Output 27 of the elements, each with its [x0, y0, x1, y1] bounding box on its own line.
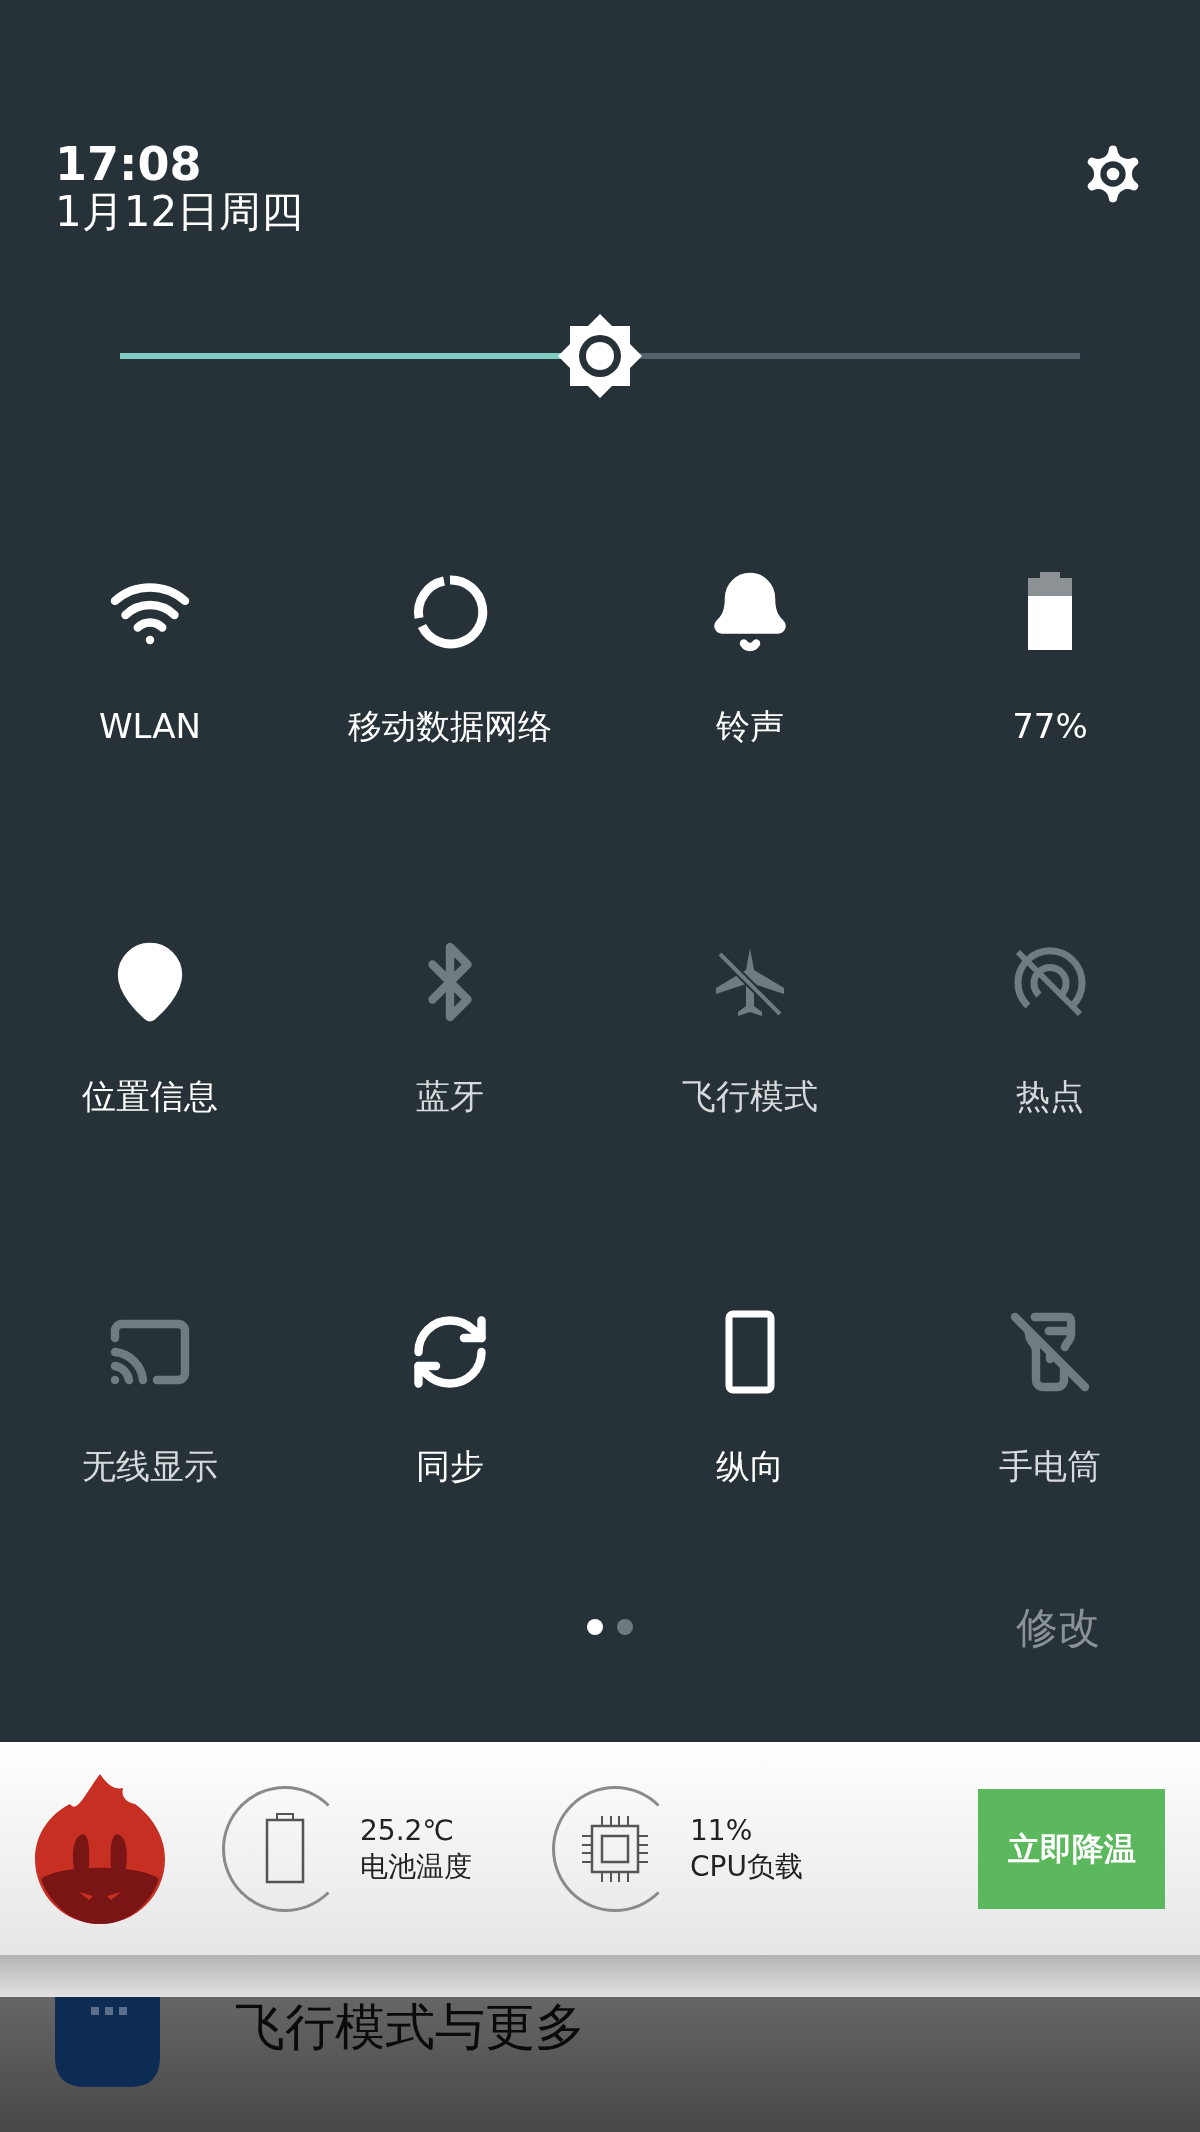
brightness-thumb-icon[interactable]	[558, 314, 642, 398]
tile-label[interactable]: 飞行模式	[635, 1075, 865, 1117]
tile-label[interactable]: 77%	[935, 705, 1165, 747]
tile-label[interactable]: 热点	[935, 1075, 1165, 1117]
tile-label[interactable]: 移动数据网络	[335, 705, 565, 747]
tile-label[interactable]: WLAN	[35, 705, 265, 747]
more-icon	[55, 1997, 160, 2087]
stat-label: CPU负载	[690, 1848, 803, 1885]
flame-logo-icon	[35, 1773, 165, 1924]
tile-label[interactable]: 同步	[335, 1445, 565, 1487]
brightness-slider[interactable]	[120, 314, 1080, 398]
menu-label: 飞行模式与更多	[235, 1999, 585, 2055]
stat-label: 电池温度	[360, 1848, 472, 1885]
tile-label[interactable]: 无线显示	[35, 1445, 265, 1487]
chip-icon	[580, 1813, 650, 1884]
tile-label[interactable]: 蓝牙	[335, 1075, 565, 1117]
battery-icon	[263, 1811, 307, 1886]
stat-value: 11%	[690, 1812, 754, 1849]
tile-label[interactable]: 手电筒	[935, 1445, 1165, 1487]
stat-value: 25.2℃	[360, 1812, 455, 1849]
tile-label[interactable]: 铃声	[635, 705, 865, 747]
edit-link[interactable]: 修改	[1016, 1595, 1100, 1659]
date-text: 1月12日周四	[55, 188, 304, 236]
tile-label[interactable]: 纵向	[635, 1445, 865, 1487]
flashlight-off-icon	[1008, 1310, 1092, 1394]
tile-label[interactable]: 位置信息	[35, 1075, 265, 1117]
clock-time: 17:08	[55, 140, 203, 188]
